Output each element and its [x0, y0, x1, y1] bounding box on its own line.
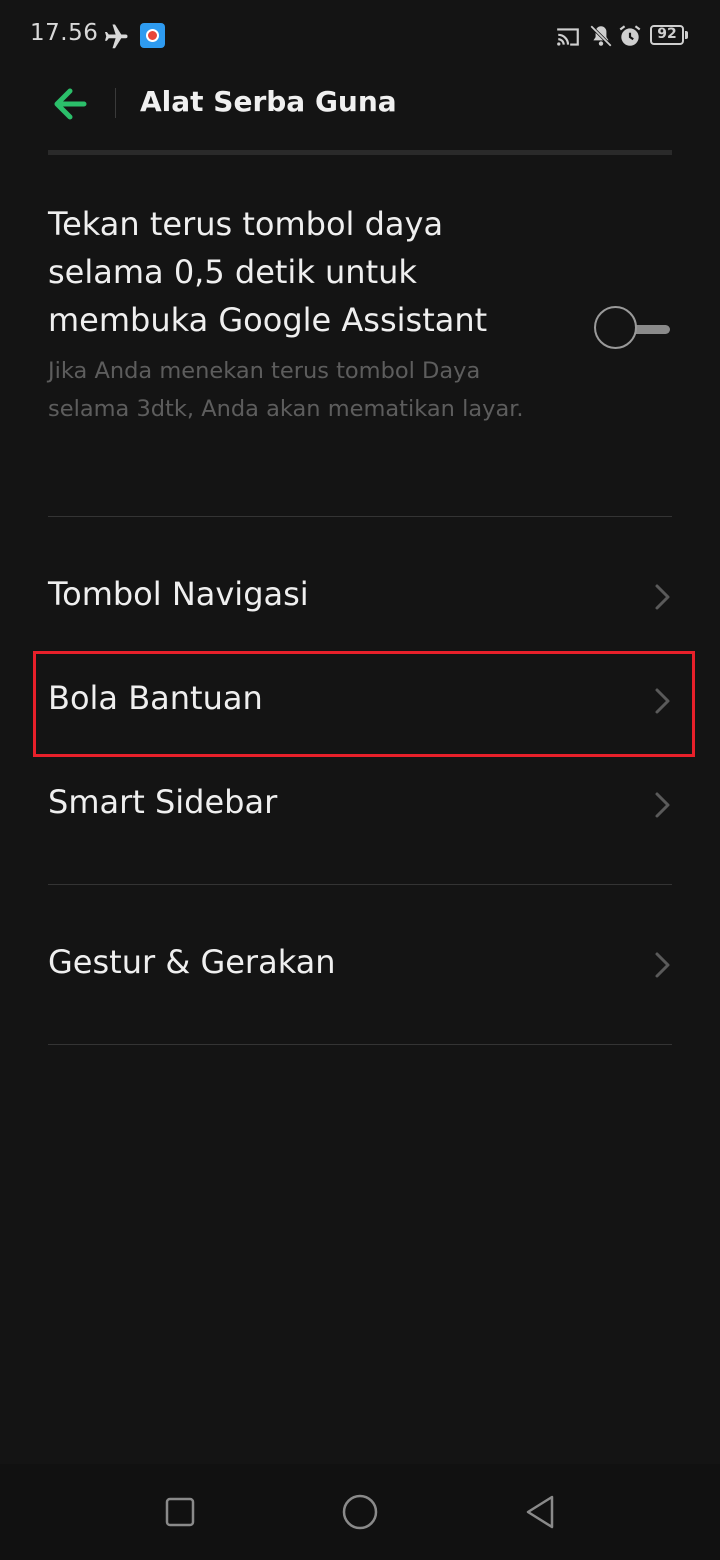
status-time: 17.56: [30, 20, 99, 46]
menu-item-bola-bantuan[interactable]: Bola Bantuan: [0, 649, 720, 753]
arrow-left-icon: [54, 88, 87, 120]
chevron-right-icon: [655, 688, 670, 714]
menu-item-tombol-navigasi[interactable]: Tombol Navigasi: [0, 545, 720, 649]
back-button[interactable]: [44, 80, 96, 128]
battery-level: 92: [657, 26, 677, 42]
section-divider: [48, 1044, 672, 1045]
setting-description: Jika Anda menekan terus tombol Daya sela…: [48, 358, 524, 422]
recents-square-icon[interactable]: [160, 1492, 200, 1532]
section-divider: [48, 884, 672, 885]
setting-title: Tekan terus tombol daya selama 0,5 detik…: [48, 205, 488, 339]
home-circle-icon[interactable]: [340, 1492, 380, 1532]
menu-item-label: Smart Sidebar: [48, 783, 278, 821]
google-assistant-toggle[interactable]: [594, 305, 672, 353]
section-divider: [48, 516, 672, 517]
system-nav-bar: [0, 1464, 720, 1560]
header-divider: [115, 88, 116, 118]
status-bar: 17.56 92: [0, 0, 720, 72]
battery-icon: 92: [650, 25, 684, 45]
airplane-icon: [105, 24, 128, 49]
screen-recorder-icon: [140, 23, 165, 48]
mute-icon: [590, 25, 612, 47]
page-title: Alat Serba Guna: [140, 85, 397, 118]
app-header: Alat Serba Guna: [0, 72, 720, 150]
chevron-right-icon: [655, 584, 670, 610]
back-triangle-icon[interactable]: [520, 1492, 560, 1532]
menu-item-label: Bola Bantuan: [48, 679, 263, 717]
menu-item-label: Gestur & Gerakan: [48, 943, 336, 981]
battery-tip: [685, 31, 688, 39]
toggle-knob: [594, 306, 637, 349]
menu-item-gestur-gerakan[interactable]: Gestur & Gerakan: [0, 913, 720, 1017]
chevron-right-icon: [655, 952, 670, 978]
chevron-right-icon: [655, 792, 670, 818]
menu-item-label: Tombol Navigasi: [48, 575, 309, 613]
menu-item-smart-sidebar[interactable]: Smart Sidebar: [0, 753, 720, 857]
cast-icon: [557, 28, 579, 46]
google-assistant-setting[interactable]: Tekan terus tombol daya selama 0,5 detik…: [48, 200, 672, 480]
scroll-edge-divider: [48, 150, 672, 155]
alarm-icon: [619, 25, 641, 46]
